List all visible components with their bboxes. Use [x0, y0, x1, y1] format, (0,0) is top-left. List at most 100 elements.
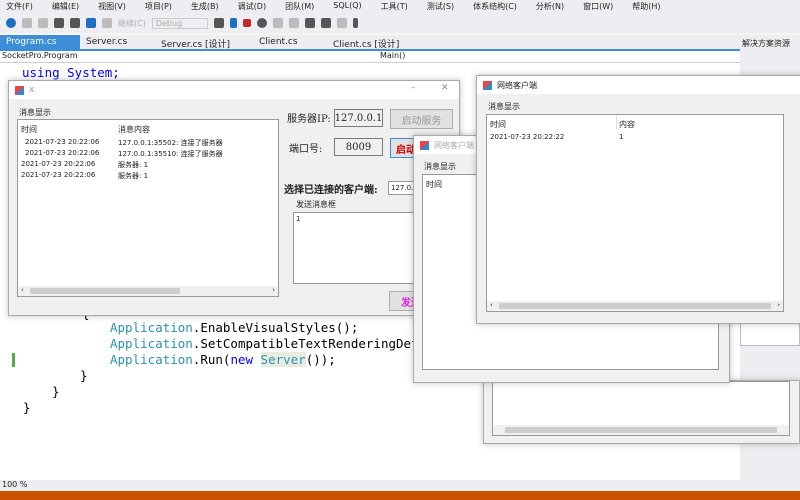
menu-item[interactable]: 项目(P) [139, 0, 178, 13]
column-header-time[interactable]: 时间 [426, 179, 442, 190]
menu-item[interactable]: 调试(D) [232, 0, 272, 13]
minimize-button[interactable]: – [411, 83, 416, 93]
window-title: x [29, 85, 35, 95]
menu-item[interactable]: 帮助(H) [626, 0, 666, 13]
code-brace: } [80, 368, 88, 383]
window-title: 网络客户端 [497, 80, 537, 90]
group-label: 消息显示 [19, 108, 51, 117]
list-item-content: 服务器: 1 [118, 172, 149, 180]
code-token: .SetCompatibleTextRenderingDefa [192, 336, 427, 351]
send-group-label: 发送消息框 [296, 200, 336, 209]
menu-item[interactable]: 视图(V) [92, 0, 132, 13]
code-token: new [230, 352, 254, 367]
column-header-content[interactable]: 消息内容 [118, 124, 150, 135]
toolbar: 继续(C) Debug [0, 13, 800, 33]
title-bar: x – ✕ [9, 81, 459, 99]
menu-item[interactable]: 体系结构(C) [467, 0, 523, 13]
group-label: 消息显示 [488, 102, 520, 111]
server-window: x – ✕ 消息显示 时间 消息内容 2021-07-23 20:22:06 12… [8, 80, 460, 316]
restart-icon[interactable] [256, 18, 267, 28]
list-item-time: 2021-07-23 20:22:22 [490, 133, 565, 141]
list-item-time: 2021-07-23 20:22:06 [25, 149, 100, 157]
tab-program-cs[interactable]: Program.cs [0, 35, 80, 49]
column-header-content[interactable]: 内容 [619, 119, 635, 130]
server-ip-input[interactable]: 127.0.0.1 [334, 109, 383, 127]
menu-item[interactable]: 分析(N) [530, 0, 570, 13]
horizontal-scrollbar[interactable] [493, 425, 789, 435]
stop-icon[interactable] [242, 19, 251, 27]
format-icon[interactable] [336, 18, 347, 28]
send-message-textarea[interactable]: 1 [293, 212, 423, 284]
client-message-list[interactable]: 时间 内容 2021-07-23 20:22:22 1 ‹ › [486, 114, 784, 312]
menu-item[interactable]: 测试(S) [421, 0, 460, 13]
continue-button[interactable]: 继续(C) [118, 18, 146, 29]
list-item-content: 服务器: 1 [118, 161, 149, 169]
tab-client-cs[interactable]: Client.cs [253, 35, 327, 49]
server-message-list[interactable]: 时间 消息内容 2021-07-23 20:22:06 127.0.0.1:355… [17, 119, 279, 297]
background-window [483, 380, 800, 444]
code-token: .Run( [192, 352, 231, 367]
menu-item[interactable]: 编辑(E) [46, 0, 85, 13]
code-token: Application [110, 320, 193, 335]
config-dropdown[interactable]: Debug [151, 17, 208, 29]
start-service-button[interactable]: 启动服务 [390, 109, 453, 129]
column-header-time[interactable]: 时间 [21, 124, 37, 135]
window-title: 网络客户端 [434, 140, 474, 150]
list-view [492, 381, 790, 436]
zoom-level[interactable]: 100 % [2, 480, 27, 489]
port-label: 端口号: [289, 144, 323, 155]
code-token: Server [260, 352, 306, 367]
menu-bar: 文件(F) 编辑(E) 视图(V) 项目(P) 生成(B) 调试(D) 团队(M) SQL(Q… [0, 0, 800, 13]
code-token: Application [110, 336, 193, 351]
code-token: ()); [305, 352, 336, 367]
list-item-time: 2021-07-23 20:22:06 [25, 138, 100, 146]
tab-server-cs[interactable]: Server.cs [80, 35, 155, 49]
menu-item[interactable]: 团队(M) [279, 0, 320, 13]
tab-client-design[interactable]: Client.cs [设计] [327, 35, 487, 50]
save-icon[interactable] [54, 18, 64, 28]
client-select-label: 选择已连接的客户端: [284, 185, 378, 196]
client-window-1: 网络客户端 消息显示 时间 内容 2021-07-23 20:22:22 1 ‹ › [476, 75, 800, 324]
server-ip-label: 服务器IP: [287, 114, 331, 125]
breakpoint-icon[interactable] [304, 18, 315, 28]
step-over-icon[interactable] [288, 18, 299, 28]
horizontal-scrollbar[interactable]: ‹ › [487, 301, 783, 311]
back-icon[interactable] [6, 18, 16, 28]
pause-icon[interactable] [229, 18, 237, 28]
attach-icon[interactable] [213, 18, 224, 28]
save-all-icon[interactable] [70, 18, 80, 28]
layout-icon[interactable] [320, 18, 331, 28]
horizontal-scrollbar[interactable]: ‹ › [18, 286, 278, 296]
tab-server-design[interactable]: Server.cs [设计] [155, 35, 253, 50]
close-button[interactable]: ✕ [441, 83, 449, 93]
undo-icon[interactable] [86, 18, 96, 28]
list-item-time: 2021-07-23 20:22:06 [21, 171, 96, 179]
list-item-content: 127.0.0.1:35510: 连接了服务器 [118, 150, 223, 158]
redo-icon[interactable] [102, 18, 112, 28]
code-token: Application [110, 352, 193, 367]
app-icon [15, 85, 24, 95]
new-icon[interactable] [38, 18, 48, 28]
menu-item[interactable]: 窗口(W) [577, 0, 619, 13]
forward-icon[interactable] [22, 18, 32, 28]
change-marker [12, 353, 15, 367]
list-item-content: 127.0.0.1:35502: 连接了服务器 [118, 139, 223, 147]
bookmark-icon[interactable] [352, 18, 358, 28]
bottom-status-strip [0, 491, 800, 500]
step-icon[interactable] [272, 18, 283, 28]
list-item-time: 2021-07-23 20:22:06 [21, 160, 96, 168]
port-input[interactable]: 8009 [334, 138, 383, 156]
member-dropdown[interactable]: Main() [380, 51, 405, 60]
group-label: 消息显示 [424, 162, 456, 171]
title-bar: 网络客户端 [477, 76, 800, 94]
solution-explorer-title: 解决方案资源 [742, 39, 790, 48]
menu-item[interactable]: 生成(B) [185, 0, 225, 13]
menu-item[interactable]: 工具(T) [375, 0, 414, 13]
status-bar: 100 % [0, 480, 800, 491]
menu-item[interactable]: 文件(F) [0, 0, 39, 13]
menu-item[interactable]: SQL(Q) [327, 0, 367, 13]
class-dropdown[interactable]: SocketPro.Program [2, 51, 78, 60]
list-item-content: 1 [619, 133, 624, 141]
column-header-time[interactable]: 时间 [490, 119, 506, 130]
document-tabs: Program.cs Server.cs Server.cs [设计] Clie… [0, 35, 740, 51]
